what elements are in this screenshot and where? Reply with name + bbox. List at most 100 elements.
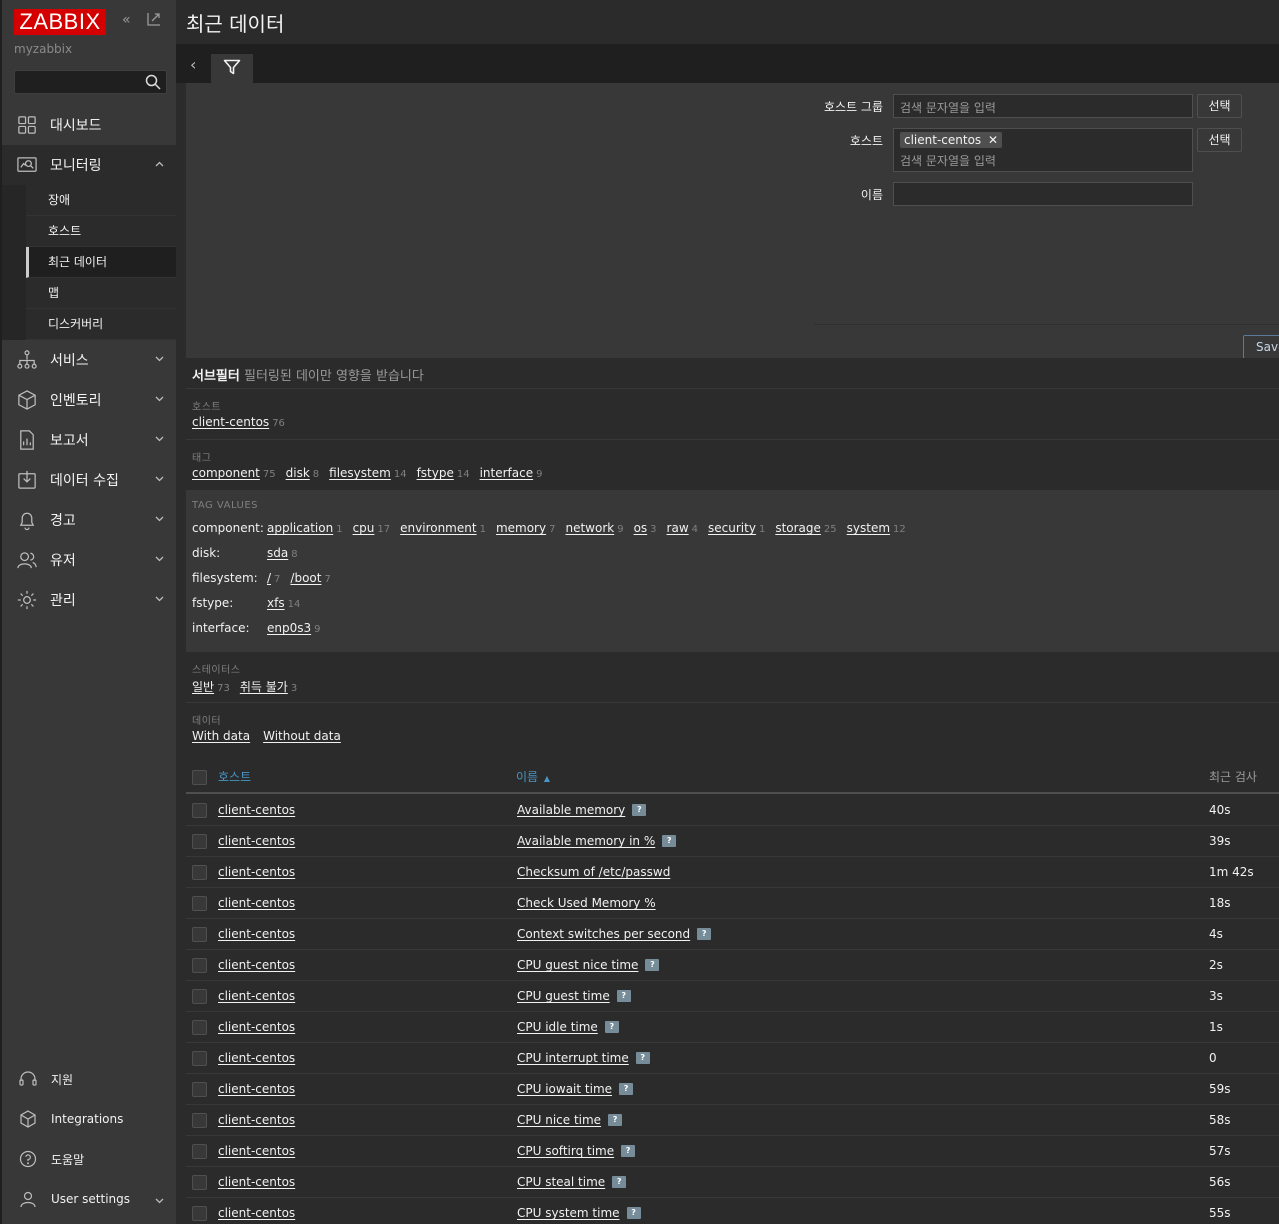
row-checkbox[interactable] xyxy=(192,1206,207,1221)
submenu-item[interactable]: 디스커버리 xyxy=(26,309,176,340)
row-item-link[interactable]: CPU steal time xyxy=(517,1175,605,1189)
user-settings-link[interactable]: User settings xyxy=(2,1179,176,1219)
remove-chip-icon[interactable]: ✕ xyxy=(988,133,998,147)
name-input[interactable] xyxy=(893,182,1193,206)
menu-item-dashboard[interactable]: 대시보드 xyxy=(2,105,176,145)
subfilter-data-link[interactable]: With data xyxy=(192,729,250,743)
collapse-sidebar-icon[interactable]: « xyxy=(122,12,131,28)
row-item-link[interactable]: CPU nice time xyxy=(517,1113,601,1127)
row-item-link[interactable]: Available memory xyxy=(517,803,625,817)
row-item-link[interactable]: CPU guest time xyxy=(517,989,610,1003)
row-checkbox[interactable] xyxy=(192,989,207,1004)
row-item-link[interactable]: Checksum of /etc/passwd xyxy=(517,865,670,879)
menu-item-data-collection[interactable]: 데이터 수집 xyxy=(2,460,176,500)
subfilter-tag-value-link[interactable]: cpu xyxy=(353,521,375,535)
column-name[interactable]: 이름 ▲ xyxy=(516,762,551,794)
subfilter-tag-value-link[interactable]: storage xyxy=(775,521,821,535)
subfilter-tag-value-link[interactable]: os xyxy=(634,521,648,535)
subfilter-data-link[interactable]: Without data xyxy=(263,729,341,743)
row-host-link[interactable]: client-centos xyxy=(218,1051,295,1065)
subfilter-tag-value-link[interactable]: /boot xyxy=(290,571,321,585)
zabbix-logo[interactable]: ZABBIX xyxy=(14,9,106,35)
row-item-link[interactable]: CPU system time xyxy=(517,1206,620,1220)
row-checkbox[interactable] xyxy=(192,958,207,973)
menu-item-alerts[interactable]: 경고 xyxy=(2,500,176,540)
row-checkbox[interactable] xyxy=(192,865,207,880)
subfilter-tag-value-link[interactable]: system xyxy=(847,521,890,535)
menu-item-inventory[interactable]: 인벤토리 xyxy=(2,380,176,420)
submenu-item[interactable]: 장애 xyxy=(26,185,176,216)
row-checkbox[interactable] xyxy=(192,803,207,818)
row-item-link[interactable]: CPU softirq time xyxy=(517,1144,614,1158)
row-host-link[interactable]: client-centos xyxy=(218,1113,295,1127)
host-group-input[interactable]: 검색 문자열을 입력 xyxy=(893,94,1193,118)
subfilter-tag-value-link[interactable]: raw xyxy=(667,521,689,535)
filter-tab[interactable] xyxy=(211,54,253,83)
description-hint-icon[interactable]: ? xyxy=(612,1176,627,1188)
menu-item-services[interactable]: 서비스 xyxy=(2,340,176,380)
host-multiselect[interactable]: client-centos ✕ 검색 문자열을 입력 xyxy=(893,128,1193,172)
row-host-link[interactable]: client-centos xyxy=(218,927,295,941)
row-checkbox[interactable] xyxy=(192,1144,207,1159)
subfilter-tag-value-link[interactable]: environment xyxy=(400,521,476,535)
sidebar-search-input[interactable] xyxy=(14,70,167,94)
subfilter-host-link[interactable]: client-centos xyxy=(192,415,269,429)
subfilter-tag-value-link[interactable]: xfs xyxy=(267,596,285,610)
row-checkbox[interactable] xyxy=(192,896,207,911)
search-icon[interactable] xyxy=(144,73,162,91)
row-item-link[interactable]: Context switches per second xyxy=(517,927,690,941)
row-host-link[interactable]: client-centos xyxy=(218,958,295,972)
description-hint-icon[interactable]: ? xyxy=(619,1083,634,1095)
save-as-button[interactable]: Save xyxy=(1243,335,1279,359)
row-host-link[interactable]: client-centos xyxy=(218,1082,295,1096)
row-item-link[interactable]: Available memory in % xyxy=(517,834,655,848)
menu-item-monitoring[interactable]: 모니터링 xyxy=(2,145,176,185)
row-checkbox[interactable] xyxy=(192,1082,207,1097)
row-checkbox[interactable] xyxy=(192,1113,207,1128)
submenu-item[interactable]: 최근 데이터 xyxy=(26,247,176,278)
subfilter-tag-link[interactable]: interface xyxy=(480,466,534,480)
row-host-link[interactable]: client-centos xyxy=(218,834,295,848)
integrations-link[interactable]: Integrations xyxy=(2,1099,176,1139)
subfilter-tag-value-link[interactable]: enp0s3 xyxy=(267,621,311,635)
row-checkbox[interactable] xyxy=(192,834,207,849)
row-host-link[interactable]: client-centos xyxy=(218,1175,295,1189)
menu-item-administration[interactable]: 관리 xyxy=(2,580,176,620)
row-host-link[interactable]: client-centos xyxy=(218,803,295,817)
row-host-link[interactable]: client-centos xyxy=(218,896,295,910)
row-item-link[interactable]: Check Used Memory % xyxy=(517,896,656,910)
description-hint-icon[interactable]: ? xyxy=(604,1021,619,1033)
row-checkbox[interactable] xyxy=(192,927,207,942)
subfilter-tag-value-link[interactable]: / xyxy=(267,571,271,585)
description-hint-icon[interactable]: ? xyxy=(632,804,647,816)
row-checkbox[interactable] xyxy=(192,1175,207,1190)
row-host-link[interactable]: client-centos xyxy=(218,989,295,1003)
subfilter-tag-value-link[interactable]: sda xyxy=(267,546,288,560)
row-checkbox[interactable] xyxy=(192,1051,207,1066)
host-select-button[interactable]: 선택 xyxy=(1197,128,1242,152)
help-link[interactable]: 도움말 xyxy=(2,1139,176,1179)
subfilter-status-link[interactable]: 일반 xyxy=(192,680,214,694)
description-hint-icon[interactable]: ? xyxy=(662,835,677,847)
row-item-link[interactable]: CPU iowait time xyxy=(517,1082,612,1096)
subfilter-tag-value-link[interactable]: network xyxy=(565,521,614,535)
description-hint-icon[interactable]: ? xyxy=(635,1052,650,1064)
row-host-link[interactable]: client-centos xyxy=(218,865,295,879)
submenu-item[interactable]: 호스트 xyxy=(26,216,176,247)
menu-item-users[interactable]: 유저 xyxy=(2,540,176,580)
submenu-item[interactable]: 맵 xyxy=(26,278,176,309)
row-item-link[interactable]: CPU guest nice time xyxy=(517,958,638,972)
description-hint-icon[interactable]: ? xyxy=(697,928,712,940)
description-hint-icon[interactable]: ? xyxy=(645,959,660,971)
row-item-link[interactable]: CPU interrupt time xyxy=(517,1051,629,1065)
menu-item-reports[interactable]: 보고서 xyxy=(2,420,176,460)
row-host-link[interactable]: client-centos xyxy=(218,1206,295,1220)
subfilter-tag-value-link[interactable]: memory xyxy=(496,521,546,535)
description-hint-icon[interactable]: ? xyxy=(608,1114,623,1126)
select-all-checkbox[interactable] xyxy=(192,770,207,785)
chevron-left-icon[interactable]: ‹ xyxy=(190,55,196,74)
description-hint-icon[interactable]: ? xyxy=(626,1207,641,1219)
subfilter-tag-value-link[interactable]: application xyxy=(267,521,333,535)
subfilter-tag-link[interactable]: disk xyxy=(286,466,310,480)
host-group-select-button[interactable]: 선택 xyxy=(1197,94,1242,118)
